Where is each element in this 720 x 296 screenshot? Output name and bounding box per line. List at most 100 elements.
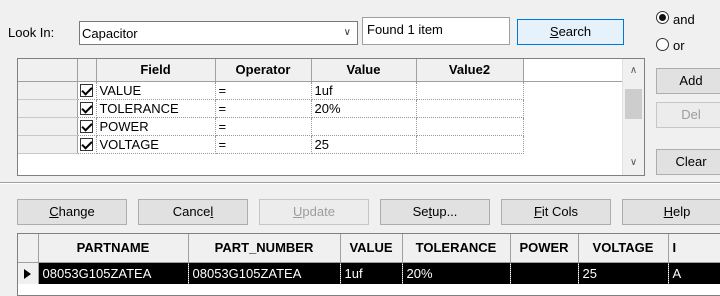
row-indicator[interactable] <box>18 81 78 100</box>
panel-separator <box>0 182 720 184</box>
found-count-field: Found 1 item <box>362 17 510 45</box>
and-radio-indicator[interactable] <box>656 11 669 24</box>
and-radio[interactable]: and <box>656 11 720 29</box>
criteria-checkbox[interactable] <box>77 117 97 136</box>
criteria-checkbox[interactable] <box>77 99 97 118</box>
criteria-grid[interactable]: Field Operator Value Value2 VALUE = 1uf … <box>17 58 645 176</box>
or-radio[interactable]: or <box>656 38 720 56</box>
row-indicator[interactable] <box>18 117 78 136</box>
result-value[interactable]: 1uf <box>340 262 403 284</box>
results-table: PARTNAME PART_NUMBER VALUE TOLERANCE POW… <box>18 234 720 284</box>
update-button[interactable]: Update <box>259 199 369 225</box>
criteria-row[interactable]: TOLERANCE = 20% <box>18 99 623 118</box>
caret-down-icon[interactable]: ∨ <box>623 157 644 168</box>
fit-cols-button[interactable]: Fit Cols <box>501 199 611 225</box>
criteria-filler <box>523 81 623 99</box>
fit-cols-button-label: Fit Cols <box>533 204 579 219</box>
criteria-value2[interactable] <box>416 81 524 100</box>
column-header-value2[interactable]: Value2 <box>416 59 524 82</box>
or-radio-indicator[interactable] <box>656 38 669 51</box>
results-row[interactable]: 08053G105ZATEA 08053G105ZATEA 1uf 20% 25… <box>18 262 720 284</box>
change-button-label: Change <box>49 204 95 219</box>
clear-button-label: Clear <box>675 154 707 169</box>
criteria-row[interactable]: VALUE = 1uf <box>18 81 623 100</box>
results-indicator-header <box>18 234 39 263</box>
criteria-value2[interactable] <box>416 117 524 136</box>
checkbox-checked-icon[interactable] <box>79 119 93 133</box>
search-button-label: Search <box>549 24 592 39</box>
criteria-field[interactable]: POWER <box>96 117 216 136</box>
setup-button[interactable]: Setup... <box>380 199 490 225</box>
row-indicator[interactable] <box>18 99 78 118</box>
caret-up-icon[interactable]: ∧ <box>623 65 644 76</box>
result-partname[interactable]: 08053G105ZATEA <box>38 262 189 284</box>
criteria-value2[interactable] <box>416 99 524 118</box>
column-header-operator[interactable]: Operator <box>215 59 312 82</box>
row-pointer-cell[interactable] <box>18 262 39 284</box>
cancel-button[interactable]: Cancel <box>138 199 248 225</box>
chevron-down-icon[interactable]: ∨ <box>344 27 351 38</box>
column-header-power[interactable]: POWER <box>510 234 579 263</box>
column-header-voltage[interactable]: VOLTAGE <box>578 234 669 263</box>
found-count-text: Found 1 item <box>367 22 443 37</box>
criteria-operator[interactable]: = <box>215 117 312 136</box>
add-button-label: Add <box>679 73 703 88</box>
search-button[interactable]: Search <box>517 19 624 45</box>
criteria-field[interactable]: VOLTAGE <box>96 135 216 154</box>
criteria-checkbox[interactable] <box>77 135 97 154</box>
column-header-partial[interactable]: I <box>668 234 720 263</box>
del-button-label: Del <box>681 107 701 122</box>
criteria-row[interactable]: POWER = <box>18 117 623 136</box>
checkbox-checked-icon[interactable] <box>79 137 93 151</box>
column-header-part-number[interactable]: PART_NUMBER <box>188 234 341 263</box>
row-pointer-icon <box>24 269 32 280</box>
del-button[interactable]: Del <box>656 102 720 128</box>
checkbox-checked-icon[interactable] <box>79 83 93 97</box>
result-part-number[interactable]: 08053G105ZATEA <box>188 262 341 284</box>
look-in-label: Look In: <box>8 25 55 40</box>
results-grid[interactable]: PARTNAME PART_NUMBER VALUE TOLERANCE POW… <box>17 233 720 296</box>
column-header-partname[interactable]: PARTNAME <box>38 234 189 263</box>
update-button-label: Update <box>293 204 335 219</box>
criteria-filler <box>523 99 623 117</box>
criteria-value2[interactable] <box>416 135 524 154</box>
or-radio-label: or <box>673 38 685 53</box>
clear-button[interactable]: Clear <box>656 149 720 175</box>
criteria-operator[interactable]: = <box>215 135 312 154</box>
result-extra[interactable]: A <box>668 262 720 284</box>
result-tolerance[interactable]: 20% <box>402 262 511 284</box>
help-button-label: Help <box>663 204 691 219</box>
column-header-value[interactable]: VALUE <box>340 234 403 263</box>
help-button[interactable]: Help <box>622 199 720 225</box>
column-header-tolerance[interactable]: TOLERANCE <box>402 234 511 263</box>
look-in-combobox[interactable]: Capacitor ∨ <box>79 21 358 45</box>
column-header-field[interactable]: Field <box>96 59 216 82</box>
column-header-value[interactable]: Value <box>311 59 417 82</box>
criteria-value[interactable] <box>311 117 417 136</box>
criteria-value[interactable]: 20% <box>311 99 417 118</box>
criteria-operator[interactable]: = <box>215 99 312 118</box>
criteria-value[interactable]: 1uf <box>311 81 417 100</box>
criteria-check-header <box>77 59 97 82</box>
row-indicator[interactable] <box>18 135 78 154</box>
criteria-field[interactable]: VALUE <box>96 81 216 100</box>
add-button[interactable]: Add <box>656 68 720 94</box>
criteria-row[interactable]: VOLTAGE = 25 <box>18 135 623 154</box>
scrollbar-thumb[interactable] <box>625 89 642 119</box>
setup-button-label: Setup... <box>412 204 458 219</box>
result-power[interactable] <box>510 262 579 284</box>
criteria-table: Field Operator Value Value2 VALUE = 1uf … <box>18 59 623 154</box>
criteria-filler <box>523 117 623 135</box>
cancel-button-label: Cancel <box>172 204 214 219</box>
change-button[interactable]: Change <box>17 199 127 225</box>
and-radio-label: and <box>673 12 695 27</box>
checkbox-checked-icon[interactable] <box>79 101 93 115</box>
criteria-indicator-header <box>18 59 78 82</box>
criteria-field[interactable]: TOLERANCE <box>96 99 216 118</box>
criteria-vertical-scrollbar[interactable]: ∧ ∨ <box>622 59 644 175</box>
result-voltage[interactable]: 25 <box>578 262 669 284</box>
criteria-value[interactable]: 25 <box>311 135 417 154</box>
criteria-blank-header <box>523 59 623 82</box>
criteria-operator[interactable]: = <box>215 81 312 100</box>
criteria-checkbox[interactable] <box>77 81 97 100</box>
